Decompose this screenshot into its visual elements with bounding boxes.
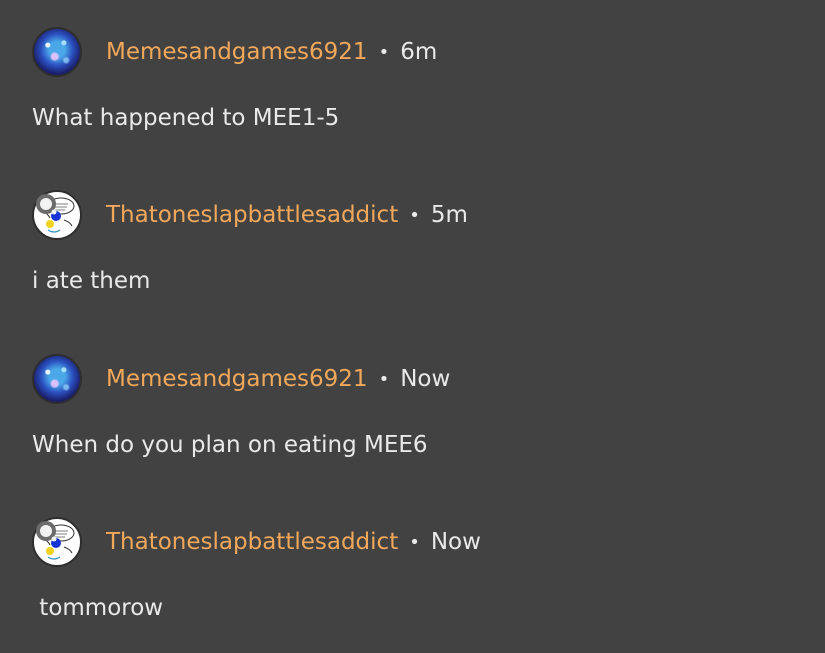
timestamp: Now [430,529,481,555]
message-item: Thatoneslapbattlesaddict • Now tommorow [0,490,825,653]
username-link[interactable]: Memesandgames6921 [106,366,368,392]
message-item: Thatoneslapbattlesaddict • 5m i ate them [0,163,825,326]
timestamp: Now [400,366,451,392]
username-link[interactable]: Memesandgames6921 [106,39,368,65]
username-link[interactable]: Thatoneslapbattlesaddict [106,202,398,228]
galaxy-avatar-icon[interactable] [32,27,82,77]
drawing-avatar-icon[interactable] [32,190,82,240]
message-text: When do you plan on eating MEE6 [32,432,428,458]
message-item: Memesandgames6921 • Now When do you plan… [0,327,825,490]
message-text: i ate them [32,268,151,294]
timestamp: 6m [400,39,438,65]
message-header: Memesandgames6921 • Now [32,354,450,404]
separator-dot: • [409,204,420,226]
message-header: Thatoneslapbattlesaddict • Now [32,517,481,567]
galaxy-avatar-icon[interactable] [32,354,82,404]
message-text: tommorow [32,595,164,621]
message-item: Memesandgames6921 • 6m What happened to … [0,0,825,163]
separator-dot: • [378,368,390,390]
separator-dot: • [409,531,420,553]
username-link[interactable]: Thatoneslapbattlesaddict [106,529,398,555]
message-header: Thatoneslapbattlesaddict • 5m [32,190,468,240]
message-text: What happened to MEE1-5 [32,105,340,131]
drawing-avatar-icon[interactable] [32,517,82,567]
message-header: Memesandgames6921 • 6m [32,27,437,77]
thought-bubble-icon [36,521,57,542]
thought-bubble-icon [36,194,57,215]
separator-dot: • [378,41,390,63]
timestamp: 5m [430,202,468,228]
